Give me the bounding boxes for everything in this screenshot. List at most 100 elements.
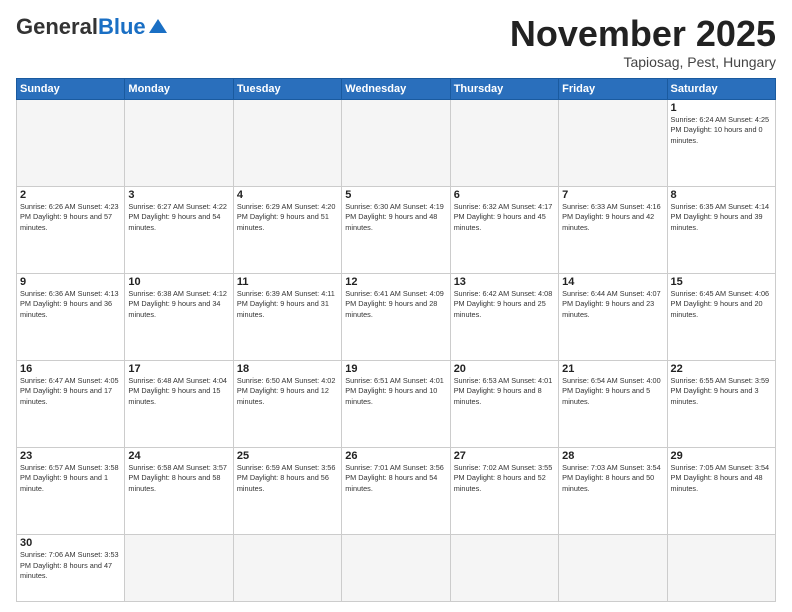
day-number: 15 <box>671 276 772 288</box>
day-info: Sunrise: 6:30 AM Sunset: 4:19 PM Dayligh… <box>345 202 446 234</box>
calendar-cell: 28Sunrise: 7:03 AM Sunset: 3:54 PM Dayli… <box>559 447 667 534</box>
day-info: Sunrise: 6:32 AM Sunset: 4:17 PM Dayligh… <box>454 202 555 234</box>
day-info: Sunrise: 6:51 AM Sunset: 4:01 PM Dayligh… <box>345 376 446 408</box>
day-info: Sunrise: 6:58 AM Sunset: 3:57 PM Dayligh… <box>128 463 229 495</box>
calendar-cell: 13Sunrise: 6:42 AM Sunset: 4:08 PM Dayli… <box>450 273 558 360</box>
day-number: 5 <box>345 189 446 201</box>
month-title: November 2025 <box>510 14 776 54</box>
day-info: Sunrise: 6:27 AM Sunset: 4:22 PM Dayligh… <box>128 202 229 234</box>
logo: General Blue <box>16 14 167 40</box>
day-number: 21 <box>562 363 663 375</box>
day-info: Sunrise: 6:44 AM Sunset: 4:07 PM Dayligh… <box>562 289 663 321</box>
calendar-cell: 4Sunrise: 6:29 AM Sunset: 4:20 PM Daylig… <box>233 186 341 273</box>
weekday-header-row: Sunday Monday Tuesday Wednesday Thursday… <box>17 78 776 99</box>
logo-blue-text: Blue <box>98 14 146 40</box>
day-info: Sunrise: 6:59 AM Sunset: 3:56 PM Dayligh… <box>237 463 338 495</box>
calendar-week-row-5: 30Sunrise: 7:06 AM Sunset: 3:53 PM Dayli… <box>17 534 776 601</box>
calendar-cell <box>667 534 775 601</box>
title-block: November 2025 Tapiosag, Pest, Hungary <box>510 14 776 70</box>
day-info: Sunrise: 6:42 AM Sunset: 4:08 PM Dayligh… <box>454 289 555 321</box>
calendar-week-row-0: 1Sunrise: 6:24 AM Sunset: 4:25 PM Daylig… <box>17 99 776 186</box>
header-sunday: Sunday <box>17 78 125 99</box>
day-info: Sunrise: 7:03 AM Sunset: 3:54 PM Dayligh… <box>562 463 663 495</box>
calendar-cell: 16Sunrise: 6:47 AM Sunset: 4:05 PM Dayli… <box>17 360 125 447</box>
day-info: Sunrise: 6:33 AM Sunset: 4:16 PM Dayligh… <box>562 202 663 234</box>
day-info: Sunrise: 6:39 AM Sunset: 4:11 PM Dayligh… <box>237 289 338 321</box>
day-info: Sunrise: 7:05 AM Sunset: 3:54 PM Dayligh… <box>671 463 772 495</box>
calendar-cell <box>125 534 233 601</box>
day-info: Sunrise: 7:02 AM Sunset: 3:55 PM Dayligh… <box>454 463 555 495</box>
calendar-cell: 14Sunrise: 6:44 AM Sunset: 4:07 PM Dayli… <box>559 273 667 360</box>
day-info: Sunrise: 6:26 AM Sunset: 4:23 PM Dayligh… <box>20 202 121 234</box>
day-info: Sunrise: 6:55 AM Sunset: 3:59 PM Dayligh… <box>671 376 772 408</box>
day-info: Sunrise: 6:38 AM Sunset: 4:12 PM Dayligh… <box>128 289 229 321</box>
logo-triangle-icon <box>149 19 167 33</box>
day-number: 9 <box>20 276 121 288</box>
day-number: 27 <box>454 450 555 462</box>
day-number: 8 <box>671 189 772 201</box>
calendar-cell: 23Sunrise: 6:57 AM Sunset: 3:58 PM Dayli… <box>17 447 125 534</box>
day-number: 12 <box>345 276 446 288</box>
calendar-cell <box>125 99 233 186</box>
day-number: 6 <box>454 189 555 201</box>
calendar-cell: 15Sunrise: 6:45 AM Sunset: 4:06 PM Dayli… <box>667 273 775 360</box>
logo-general-text: General <box>16 14 98 40</box>
day-number: 20 <box>454 363 555 375</box>
day-number: 23 <box>20 450 121 462</box>
calendar-cell: 12Sunrise: 6:41 AM Sunset: 4:09 PM Dayli… <box>342 273 450 360</box>
calendar-cell <box>342 534 450 601</box>
header-saturday: Saturday <box>667 78 775 99</box>
day-number: 25 <box>237 450 338 462</box>
calendar-cell: 20Sunrise: 6:53 AM Sunset: 4:01 PM Dayli… <box>450 360 558 447</box>
calendar-cell: 25Sunrise: 6:59 AM Sunset: 3:56 PM Dayli… <box>233 447 341 534</box>
day-info: Sunrise: 6:50 AM Sunset: 4:02 PM Dayligh… <box>237 376 338 408</box>
calendar-week-row-2: 9Sunrise: 6:36 AM Sunset: 4:13 PM Daylig… <box>17 273 776 360</box>
calendar-cell: 5Sunrise: 6:30 AM Sunset: 4:19 PM Daylig… <box>342 186 450 273</box>
calendar-cell: 29Sunrise: 7:05 AM Sunset: 3:54 PM Dayli… <box>667 447 775 534</box>
calendar-cell: 8Sunrise: 6:35 AM Sunset: 4:14 PM Daylig… <box>667 186 775 273</box>
day-info: Sunrise: 6:45 AM Sunset: 4:06 PM Dayligh… <box>671 289 772 321</box>
header-monday: Monday <box>125 78 233 99</box>
calendar-cell: 30Sunrise: 7:06 AM Sunset: 3:53 PM Dayli… <box>17 534 125 601</box>
calendar-cell: 10Sunrise: 6:38 AM Sunset: 4:12 PM Dayli… <box>125 273 233 360</box>
day-number: 30 <box>20 537 121 549</box>
calendar-cell: 2Sunrise: 6:26 AM Sunset: 4:23 PM Daylig… <box>17 186 125 273</box>
day-number: 26 <box>345 450 446 462</box>
day-number: 18 <box>237 363 338 375</box>
calendar-cell: 11Sunrise: 6:39 AM Sunset: 4:11 PM Dayli… <box>233 273 341 360</box>
day-info: Sunrise: 6:24 AM Sunset: 4:25 PM Dayligh… <box>671 115 772 147</box>
calendar-cell: 3Sunrise: 6:27 AM Sunset: 4:22 PM Daylig… <box>125 186 233 273</box>
day-info: Sunrise: 7:01 AM Sunset: 3:56 PM Dayligh… <box>345 463 446 495</box>
calendar-cell <box>450 99 558 186</box>
day-number: 29 <box>671 450 772 462</box>
day-number: 22 <box>671 363 772 375</box>
day-info: Sunrise: 6:48 AM Sunset: 4:04 PM Dayligh… <box>128 376 229 408</box>
calendar-table: Sunday Monday Tuesday Wednesday Thursday… <box>16 78 776 602</box>
day-number: 7 <box>562 189 663 201</box>
header-friday: Friday <box>559 78 667 99</box>
calendar-cell: 26Sunrise: 7:01 AM Sunset: 3:56 PM Dayli… <box>342 447 450 534</box>
calendar-cell: 9Sunrise: 6:36 AM Sunset: 4:13 PM Daylig… <box>17 273 125 360</box>
day-info: Sunrise: 6:35 AM Sunset: 4:14 PM Dayligh… <box>671 202 772 234</box>
calendar-cell <box>559 534 667 601</box>
day-info: Sunrise: 6:36 AM Sunset: 4:13 PM Dayligh… <box>20 289 121 321</box>
day-info: Sunrise: 7:06 AM Sunset: 3:53 PM Dayligh… <box>20 550 121 582</box>
calendar-cell: 1Sunrise: 6:24 AM Sunset: 4:25 PM Daylig… <box>667 99 775 186</box>
day-info: Sunrise: 6:54 AM Sunset: 4:00 PM Dayligh… <box>562 376 663 408</box>
day-number: 2 <box>20 189 121 201</box>
day-info: Sunrise: 6:29 AM Sunset: 4:20 PM Dayligh… <box>237 202 338 234</box>
day-number: 16 <box>20 363 121 375</box>
day-number: 3 <box>128 189 229 201</box>
day-number: 24 <box>128 450 229 462</box>
day-info: Sunrise: 6:57 AM Sunset: 3:58 PM Dayligh… <box>20 463 121 495</box>
day-number: 14 <box>562 276 663 288</box>
calendar-cell: 22Sunrise: 6:55 AM Sunset: 3:59 PM Dayli… <box>667 360 775 447</box>
calendar-cell <box>233 99 341 186</box>
page: General Blue November 2025 Tapiosag, Pes… <box>0 0 792 612</box>
day-info: Sunrise: 6:47 AM Sunset: 4:05 PM Dayligh… <box>20 376 121 408</box>
calendar-cell <box>559 99 667 186</box>
day-number: 19 <box>345 363 446 375</box>
day-info: Sunrise: 6:53 AM Sunset: 4:01 PM Dayligh… <box>454 376 555 408</box>
calendar-cell <box>17 99 125 186</box>
calendar-cell <box>233 534 341 601</box>
